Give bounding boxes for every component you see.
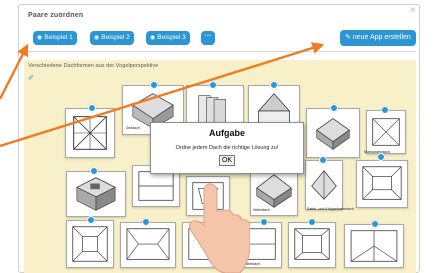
example-3-button[interactable]: ◉ Beispiel 3 [146, 31, 190, 45]
ok-button[interactable]: OK [219, 155, 235, 166]
drag-handle-dot[interactable] [308, 218, 316, 226]
app-title: Paare zuordnen [28, 12, 84, 19]
card-label-krueppel: Sattel- und Krüppelwalmdach [307, 207, 354, 211]
drag-handle-dot[interactable] [319, 156, 327, 164]
divider [24, 51, 416, 52]
eye-icon: ◉ [94, 35, 100, 41]
drag-handle-dot[interactable] [260, 218, 268, 226]
more-button[interactable]: ··· [201, 31, 215, 45]
magic-wand-icon[interactable]: ✐ [28, 74, 34, 82]
drag-handle-dot[interactable] [88, 104, 96, 112]
pencil-icon: ✎ [345, 34, 351, 41]
board-subtitle: Verschiedene Dachformen aus der Vogelper… [28, 63, 159, 69]
example-2-label: Beispiel 2 [101, 34, 130, 41]
roof-card-1[interactable] [65, 108, 115, 158]
new-app-button[interactable]: ✎ neue App erstellen [340, 30, 416, 46]
card-label-walm: Walmdach [253, 208, 270, 212]
drag-handle-dot[interactable] [87, 216, 95, 224]
card-label: Zeltdach [126, 126, 140, 130]
drag-handle-dot[interactable] [381, 106, 389, 114]
example-1-label: Beispiel 1 [44, 34, 73, 41]
close-icon[interactable]: × [410, 6, 416, 16]
drag-handle-dot[interactable] [330, 104, 338, 112]
eye-icon: ◉ [37, 35, 43, 41]
example-3-label: Beispiel 3 [157, 34, 186, 41]
task-dialog: Aufgabe Ordne jedem Dach die richtige Lö… [150, 122, 304, 174]
drag-handle-dot[interactable] [150, 81, 158, 89]
new-app-label: neue App erstellen [352, 34, 411, 41]
example-2-button[interactable]: ◉ Beispiel 2 [90, 31, 134, 45]
roof-card-6[interactable] [366, 110, 406, 154]
drag-handle-dot[interactable] [209, 81, 217, 89]
roof-card-17[interactable] [288, 222, 336, 268]
drag-handle-dot[interactable] [142, 218, 150, 226]
drag-handle-dot[interactable] [371, 220, 379, 228]
roof-card-14[interactable] [120, 222, 176, 268]
drag-handle-dot[interactable] [377, 153, 385, 161]
roof-card-5[interactable] [306, 108, 360, 158]
card-label-mansard: Mansardendach [364, 150, 390, 154]
drag-handle-dot[interactable] [90, 167, 98, 175]
example-1-button[interactable]: ◉ Beispiel 1 [33, 31, 77, 45]
hand-pointer-icon [189, 183, 250, 273]
eye-icon: ◉ [150, 35, 156, 41]
roof-card-11[interactable] [305, 160, 343, 210]
roof-card-7[interactable] [66, 171, 126, 217]
drag-handle-dot[interactable] [270, 81, 278, 89]
roof-card-12[interactable] [356, 160, 408, 208]
screenshot-stage: Paare zuordnen × ◉ Beispiel 1 ◉ Beispiel… [0, 0, 439, 273]
roof-card-18[interactable] [344, 224, 404, 268]
roof-card-13[interactable] [66, 220, 114, 268]
dialog-message: Ordne jedem Dach die richtige Lösung zu! [175, 145, 279, 151]
dialog-title: Aufgabe [209, 128, 245, 138]
